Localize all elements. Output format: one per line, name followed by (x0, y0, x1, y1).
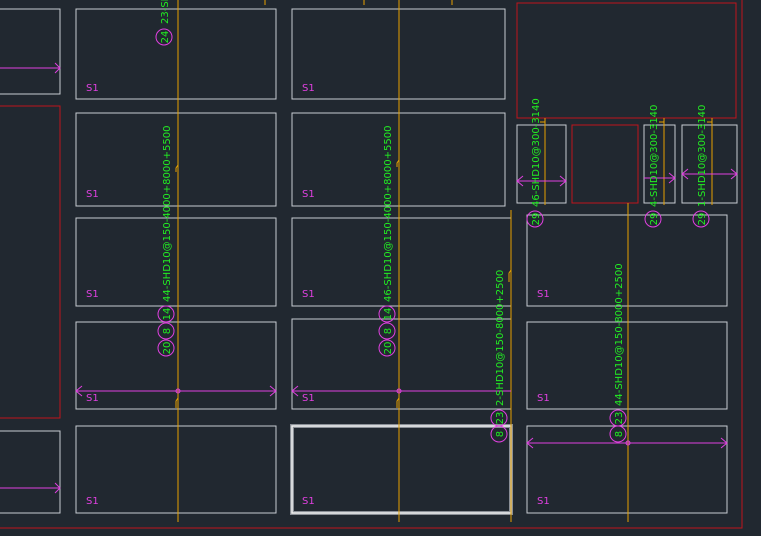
selected-slab-panel[interactable] (290, 424, 513, 515)
beam-outline-small (571, 124, 639, 204)
tag-number: 20 (383, 342, 394, 355)
quantity-tag[interactable]: 24 (155, 28, 173, 46)
rebar-annotation[interactable]: 44-SHD10@150-4000+8000+5500 (162, 126, 173, 302)
quantity-tag[interactable]: 20 (378, 339, 396, 357)
slab-label: S1 (302, 393, 315, 404)
rebar-annotation[interactable]: 46-SHD10@300-3140 (531, 98, 542, 207)
slab-label: S1 (86, 393, 99, 404)
slab-label: S1 (537, 289, 550, 300)
slab-label: S1 (86, 189, 99, 200)
quantity-tag[interactable]: 8 (378, 322, 396, 340)
slab-label: S1 (86, 83, 99, 94)
slab-label: S1 (302, 189, 315, 200)
tag-number: 20 (162, 342, 173, 355)
tag-number: 8 (383, 328, 394, 334)
quantity-tag[interactable]: 23 (609, 409, 627, 427)
tag-number: 8 (614, 431, 625, 437)
slab-panel[interactable] (681, 124, 738, 204)
tag-number: 8 (162, 328, 173, 334)
quantity-tag[interactable]: 29 (526, 210, 544, 228)
rebar-lines (175, 0, 713, 522)
rebar-annotation[interactable]: 44-SHD10@150-8000+2500 (614, 263, 625, 406)
quantity-tag[interactable]: 8 (490, 425, 508, 443)
tag-number: 29 (649, 213, 660, 226)
quantity-tag[interactable]: 29 (692, 210, 710, 228)
tag-number: 24 (160, 31, 171, 44)
slab-panel[interactable] (75, 425, 277, 514)
selection-outline (291, 425, 512, 514)
tag-number: 23 (614, 412, 625, 425)
slab-label: S1 (537, 393, 550, 404)
quantity-tag[interactable]: 14 (157, 305, 175, 323)
beam-outline-outer (0, 0, 743, 529)
slab-panels (0, 8, 738, 514)
slab-label: S1 (86, 496, 99, 507)
quantity-tag[interactable]: 14 (378, 305, 396, 323)
slab-panel[interactable] (526, 425, 728, 514)
rebar-annotation[interactable]: 2-SHD10@150-8000+2500 (495, 270, 506, 406)
quantity-tag[interactable]: 8 (609, 425, 627, 443)
beam-outline-left (0, 105, 61, 419)
slab-panel[interactable] (75, 8, 277, 100)
cad-drawing-canvas[interactable]: S1 S1 S1 S1 S1 S1 S1 S1 S1 S1 S1 S1 S1 2… (0, 0, 761, 536)
beam-outlines (0, 0, 743, 529)
slab-labels: S1 S1 S1 S1 S1 S1 S1 S1 S1 S1 S1 S1 S1 (86, 83, 550, 507)
slab-panel[interactable] (526, 214, 728, 307)
rebar-annotation[interactable]: 46-SHD10@150-4000+8000+5500 (383, 126, 394, 302)
tag-number: 14 (383, 308, 394, 321)
slab-label: S1 (86, 289, 99, 300)
slab-panel[interactable] (291, 318, 512, 410)
beam-outline-top-right (516, 2, 737, 119)
rebar-annotation[interactable]: 23-SHD (160, 0, 171, 24)
quantity-tag[interactable]: 20 (157, 339, 175, 357)
tag-number: 29 (531, 213, 542, 226)
quantity-tag[interactable]: 23 (490, 409, 508, 427)
quantity-tags: 24 14 8 20 14 8 20 29 29 29 23 8 23 8 (155, 28, 710, 443)
tag-number: 14 (162, 308, 173, 321)
quantity-tag[interactable]: 29 (644, 210, 662, 228)
selection-glow (290, 424, 513, 515)
slab-panel[interactable] (0, 430, 61, 514)
slab-panel[interactable] (0, 8, 61, 95)
slab-panel[interactable] (75, 112, 277, 207)
slab-panel[interactable] (75, 321, 277, 410)
tag-number: 8 (495, 431, 506, 437)
rebar-annotation[interactable]: 4-SHD10@300-3140 (649, 105, 660, 207)
quantity-tag[interactable]: 8 (157, 322, 175, 340)
rebar-annotation[interactable]: 1-SHD10@300-3140 (697, 105, 708, 207)
dimension-lines (0, 62, 738, 494)
slab-label: S1 (302, 496, 315, 507)
tag-number: 29 (697, 213, 708, 226)
slab-label: S1 (302, 289, 315, 300)
slab-label: S1 (537, 496, 550, 507)
slab-panel[interactable] (75, 217, 277, 307)
tag-number: 23 (495, 412, 506, 425)
slab-label: S1 (302, 83, 315, 94)
slab-panel[interactable] (291, 217, 512, 307)
slab-panel[interactable] (526, 321, 728, 410)
